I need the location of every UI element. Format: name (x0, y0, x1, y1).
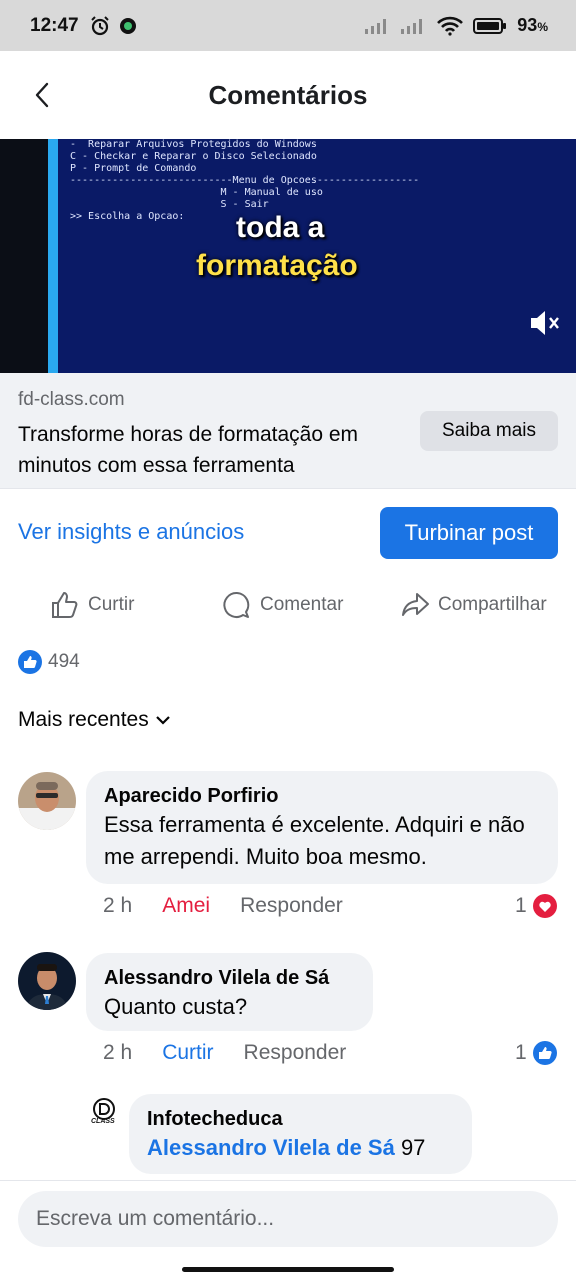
comment-input[interactable]: Escreva um comentário... (18, 1191, 558, 1247)
sort-dropdown[interactable]: Mais recentes (18, 708, 171, 732)
avatar-image (18, 772, 76, 830)
learn-more-button[interactable]: Saiba mais (420, 411, 558, 451)
status-time: 12:47 (30, 14, 79, 36)
reply-button[interactable]: Responder (244, 1041, 347, 1065)
comment-author[interactable]: Alessandro Vilela de Sá (104, 965, 355, 991)
avatar-image (18, 952, 76, 1010)
heart-icon (532, 894, 557, 918)
status-bar: 12:47 93% (0, 0, 576, 51)
logo-text: CLASS (91, 1118, 115, 1125)
comment-bubble[interactable]: Alessandro Vilela de Sá Quanto custa? (86, 953, 373, 1031)
sort-label: Mais recentes (18, 708, 149, 731)
reply-text-suffix: 97 (394, 1135, 426, 1160)
terminal-line: C - Checkar e Reparar o Disco Selecionad… (70, 151, 317, 162)
wifi-icon (437, 16, 464, 36)
terminal-line: M - Manual de uso (70, 187, 323, 198)
mute-button[interactable] (528, 308, 560, 343)
back-button[interactable] (28, 81, 56, 109)
share-label: Compartilhar (438, 594, 547, 615)
like-reaction-icon (532, 1041, 557, 1065)
video-caption-line2: formatação (196, 249, 358, 282)
link-preview[interactable]: fd-class.com Transforme horas de formata… (0, 373, 576, 489)
post-video[interactable]: - Reparar Arquivos Protegidos do Windows… (0, 139, 576, 373)
home-indicator[interactable] (182, 1267, 394, 1272)
reply-bubble[interactable]: Infotecheduca Alessandro Vilela de Sá 97 (129, 1094, 472, 1174)
boost-post-button[interactable]: Turbinar post (380, 507, 558, 559)
like-reaction-icon (18, 650, 42, 674)
avatar[interactable] (18, 772, 76, 830)
share-arrow-icon (402, 593, 429, 616)
signal-icon (401, 18, 423, 34)
chevron-down-icon (155, 716, 170, 725)
page-title: Comentários (208, 79, 368, 110)
comment-bubble-icon (223, 591, 250, 618)
comment-author[interactable]: Aparecido Porfirio (104, 783, 540, 809)
comment-bubble[interactable]: Aparecido Porfirio Essa ferramenta é exc… (86, 771, 558, 884)
terminal-line: S - Sair (70, 199, 269, 210)
alarm-icon (90, 15, 109, 35)
comment-meta: 2 h Curtir Responder (103, 1041, 376, 1065)
page-header: Comentários (0, 51, 576, 139)
like-comment-button[interactable]: Curtir (162, 1041, 213, 1065)
insights-link[interactable]: Ver insights e anúncios (18, 519, 244, 545)
love-reaction-button[interactable]: Amei (162, 894, 210, 918)
comment-text: Quanto custa? (104, 994, 248, 1019)
comment-reactions[interactable]: 1 (515, 894, 557, 918)
comment-meta: 2 h Amei Responder (103, 894, 373, 918)
terminal-line: ---------------------------Menu de Opcoe… (70, 175, 420, 186)
comment-composer-bar: Escreva um comentário... (0, 1180, 576, 1280)
chevron-left-icon (35, 82, 49, 108)
app-notification-icon (119, 17, 136, 34)
like-label: Curtir (88, 594, 135, 615)
link-domain: fd-class.com (18, 389, 125, 410)
battery-icon (473, 17, 507, 34)
comment-button[interactable]: Comentar (222, 585, 343, 625)
comment-reaction-count: 1 (515, 1041, 527, 1064)
terminal-line: - Reparar Arquivos Protegidos do Windows (70, 139, 317, 150)
reply-button[interactable]: Responder (240, 894, 343, 918)
avatar[interactable]: CLASS (88, 1096, 120, 1128)
terminal-line: P - Prompt de Comando (70, 163, 197, 174)
avatar[interactable] (18, 952, 76, 1010)
comment-time: 2 h (103, 1041, 133, 1064)
share-button[interactable]: Compartilhar (400, 585, 547, 625)
reply-author[interactable]: Infotecheduca (147, 1106, 454, 1132)
comment-time: 2 h (103, 894, 133, 917)
comment-reaction-count: 1 (515, 894, 527, 917)
signal-icon (365, 18, 387, 34)
comment-reactions[interactable]: 1 (515, 1041, 557, 1065)
battery-level: 93% (517, 15, 548, 35)
reaction-count: 494 (48, 651, 80, 672)
comment-label: Comentar (260, 594, 344, 615)
like-button[interactable]: Curtir (50, 585, 134, 625)
reply-mention-link[interactable]: Alessandro Vilela de Sá (147, 1135, 395, 1160)
post-actions: Curtir Comentar Compartilhar (0, 585, 576, 625)
volume-muted-icon (531, 311, 559, 335)
video-caption-line1: toda a (236, 211, 325, 244)
reaction-summary[interactable]: 494 (18, 650, 80, 674)
reply-text: Alessandro Vilela de Sá 97 (147, 1132, 454, 1164)
thumbs-up-icon (52, 592, 78, 618)
link-headline: Transforme horas de formatação em minuto… (18, 423, 359, 477)
comment-text: Essa ferramenta é excelente. Adquiri e n… (104, 812, 525, 869)
